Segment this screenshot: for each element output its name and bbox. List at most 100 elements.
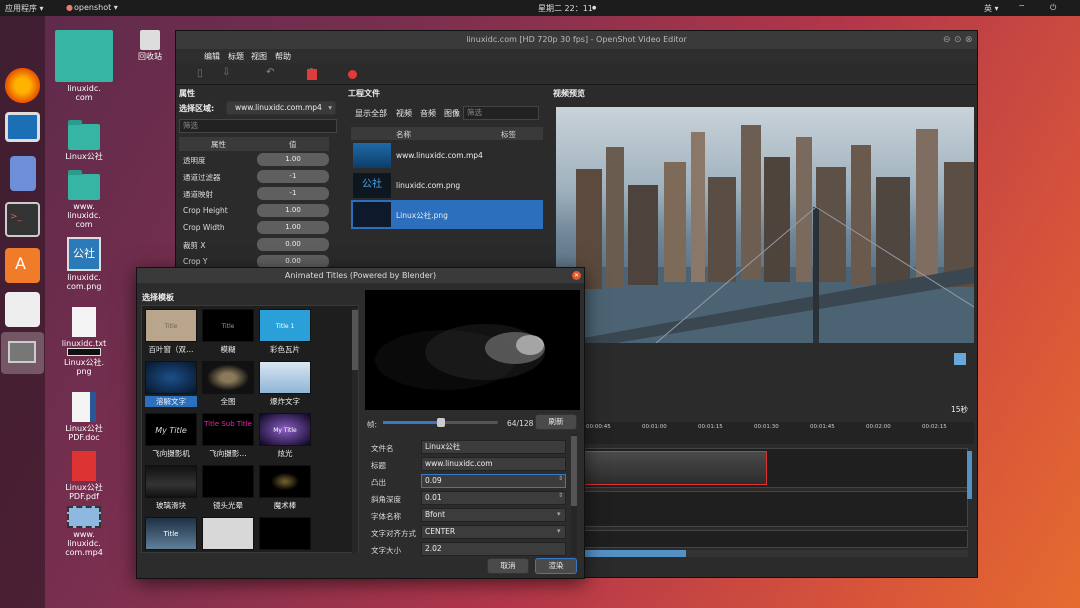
- timeline-ruler[interactable]: 00:00:45 00:01:00 00:01:15 00:01:30 00:0…: [556, 422, 974, 444]
- cancel-button[interactable]: 取消: [487, 558, 529, 574]
- title-input[interactable]: www.linuxidc.com: [421, 457, 566, 471]
- menu-help[interactable]: 帮助: [275, 51, 291, 62]
- close-icon[interactable]: ✕: [572, 271, 581, 280]
- template-scrollbar[interactable]: [352, 308, 358, 553]
- form-scrollbar[interactable]: [571, 434, 577, 556]
- export-icon[interactable]: [348, 70, 357, 79]
- save-icon[interactable]: ⇩: [222, 67, 230, 78]
- property-value[interactable]: -1: [257, 187, 329, 200]
- table-row[interactable]: 通道映射 -1: [179, 186, 329, 203]
- extrude-spinbox[interactable]: 0.09: [421, 474, 566, 488]
- template-item[interactable]: Title 模糊: [202, 309, 254, 355]
- timeline-track[interactable]: [556, 530, 968, 548]
- bevel-depth-spinbox[interactable]: 0.01: [421, 491, 566, 505]
- property-value[interactable]: 1.00: [257, 153, 329, 166]
- property-value[interactable]: 1.00: [257, 221, 329, 234]
- power-icon[interactable]: ⏻: [1050, 3, 1056, 13]
- desktop-item[interactable]: 回收站: [120, 30, 180, 61]
- applications-menu[interactable]: 应用程序 ▾: [5, 3, 44, 14]
- menu-view[interactable]: 视图: [251, 51, 267, 62]
- properties-filter-input[interactable]: 筛选: [179, 119, 337, 133]
- template-item[interactable]: Title 1 彩色瓦片: [259, 309, 311, 355]
- template-item[interactable]: Title: [145, 517, 197, 552]
- template-item[interactable]: Title 百叶窗（双…: [145, 309, 197, 355]
- template-item[interactable]: 镜头光晕: [202, 465, 254, 511]
- frame-slider-handle[interactable]: [436, 418, 445, 427]
- text-size-spinbox[interactable]: 2.02: [421, 542, 566, 556]
- software-center-icon[interactable]: A: [5, 248, 40, 283]
- template-item[interactable]: 爆炸文字: [259, 361, 311, 407]
- clock[interactable]: 星期二 22：11: [538, 3, 593, 14]
- tab-image[interactable]: 图像: [444, 108, 460, 119]
- vertical-scroll-thumb[interactable]: [967, 451, 972, 499]
- video-clip[interactable]: [557, 451, 767, 485]
- files-icon[interactable]: [10, 156, 36, 191]
- language-indicator[interactable]: 英 ▾: [984, 3, 999, 14]
- template-item[interactable]: 全图: [202, 361, 254, 407]
- form-scroll-thumb[interactable]: [571, 436, 577, 506]
- desktop-item[interactable]: Linux公社 PDF.pdf: [54, 451, 114, 501]
- table-row[interactable]: Crop Width 1.00: [179, 220, 329, 237]
- render-button[interactable]: 渲染: [535, 558, 577, 574]
- spin-arrows-icon[interactable]: ⇕: [558, 492, 563, 499]
- chevron-down-icon[interactable]: ▾: [557, 510, 561, 518]
- spin-arrows-icon[interactable]: ⇕: [558, 475, 563, 482]
- undo-icon[interactable]: ↶: [266, 67, 274, 78]
- template-scroll-thumb[interactable]: [352, 310, 358, 370]
- list-item[interactable]: Linux公社.png: [351, 200, 543, 229]
- table-row[interactable]: 透明度 1.00: [179, 152, 329, 169]
- select-area-dropdown[interactable]: www.linuxidc.com.mp4 ▾: [226, 101, 336, 115]
- font-name-dropdown[interactable]: Bfont: [421, 508, 566, 522]
- fullscreen-icon[interactable]: [307, 69, 317, 80]
- template-item[interactable]: My Title 炫光: [259, 413, 311, 459]
- template-item[interactable]: 玻璃滑块: [145, 465, 197, 511]
- frame-slider-track[interactable]: [383, 418, 498, 427]
- text-align-dropdown[interactable]: CENTER: [421, 525, 566, 539]
- template-item[interactable]: Title Sub Title 飞向摄影…: [202, 413, 254, 459]
- property-value[interactable]: 1.00: [257, 204, 329, 217]
- tab-audio[interactable]: 音频: [420, 108, 436, 119]
- menu-edit[interactable]: 编辑: [204, 51, 220, 62]
- app-menu[interactable]: openshot ▾: [74, 3, 118, 12]
- property-value[interactable]: -1: [257, 170, 329, 183]
- template-item[interactable]: 魔术棒: [259, 465, 311, 511]
- timeline-track[interactable]: [556, 448, 968, 488]
- openshot-launcher-icon[interactable]: [1, 332, 44, 374]
- template-item[interactable]: [202, 517, 254, 552]
- property-value[interactable]: 0.00: [257, 238, 329, 251]
- timeline-scrollbar[interactable]: [556, 550, 968, 557]
- network-icon[interactable]: ⌔: [1018, 3, 1026, 13]
- maximize-icon[interactable]: ⊙: [954, 35, 962, 45]
- terminal-icon[interactable]: >_: [5, 202, 40, 237]
- desktop-item[interactable]: Linux公社 PDF.doc: [54, 392, 114, 442]
- chevron-down-icon[interactable]: ▾: [557, 527, 561, 535]
- list-item[interactable]: 公社 linuxidc.com.png: [351, 171, 543, 200]
- minimize-icon[interactable]: ⊖: [943, 35, 951, 45]
- table-row[interactable]: Crop Height 1.00: [179, 203, 329, 220]
- files-filter-input[interactable]: 筛选: [463, 106, 539, 120]
- timeline-track[interactable]: [556, 491, 968, 527]
- template-item[interactable]: My Title 飞向摄影机: [145, 413, 197, 459]
- list-item[interactable]: www.linuxidc.com.mp4: [351, 141, 543, 170]
- tab-show-all[interactable]: 显示全部: [355, 108, 387, 119]
- video-preview[interactable]: [556, 107, 974, 343]
- close-window-icon[interactable]: ⊗: [965, 35, 973, 45]
- tab-video[interactable]: 视频: [396, 108, 412, 119]
- new-project-icon[interactable]: ▯: [197, 68, 203, 79]
- screen-icon[interactable]: [5, 112, 40, 142]
- firefox-icon[interactable]: [5, 68, 40, 103]
- table-row[interactable]: 通道过滤器 -1: [179, 169, 329, 186]
- refresh-button[interactable]: 刷新: [535, 414, 577, 430]
- desktop-item[interactable]: www. linuxidc. com: [54, 170, 114, 229]
- desktop-item[interactable]: Linux公社. png: [54, 348, 114, 376]
- menu-title[interactable]: 标题: [228, 51, 244, 62]
- desktop-item[interactable]: 公社 linuxidc. com.png: [54, 237, 114, 291]
- text-editor-icon[interactable]: [5, 292, 40, 327]
- screenshot-icon[interactable]: [954, 353, 966, 365]
- file-name-input[interactable]: Linux公社: [421, 440, 566, 454]
- desktop-item[interactable]: linuxidc. com: [54, 30, 114, 102]
- table-row[interactable]: 裁剪 X 0.00: [179, 237, 329, 254]
- template-item[interactable]: [259, 517, 311, 552]
- desktop-item[interactable]: www. linuxidc. com.mp4: [54, 506, 114, 557]
- desktop-item[interactable]: Linux公社: [54, 120, 114, 161]
